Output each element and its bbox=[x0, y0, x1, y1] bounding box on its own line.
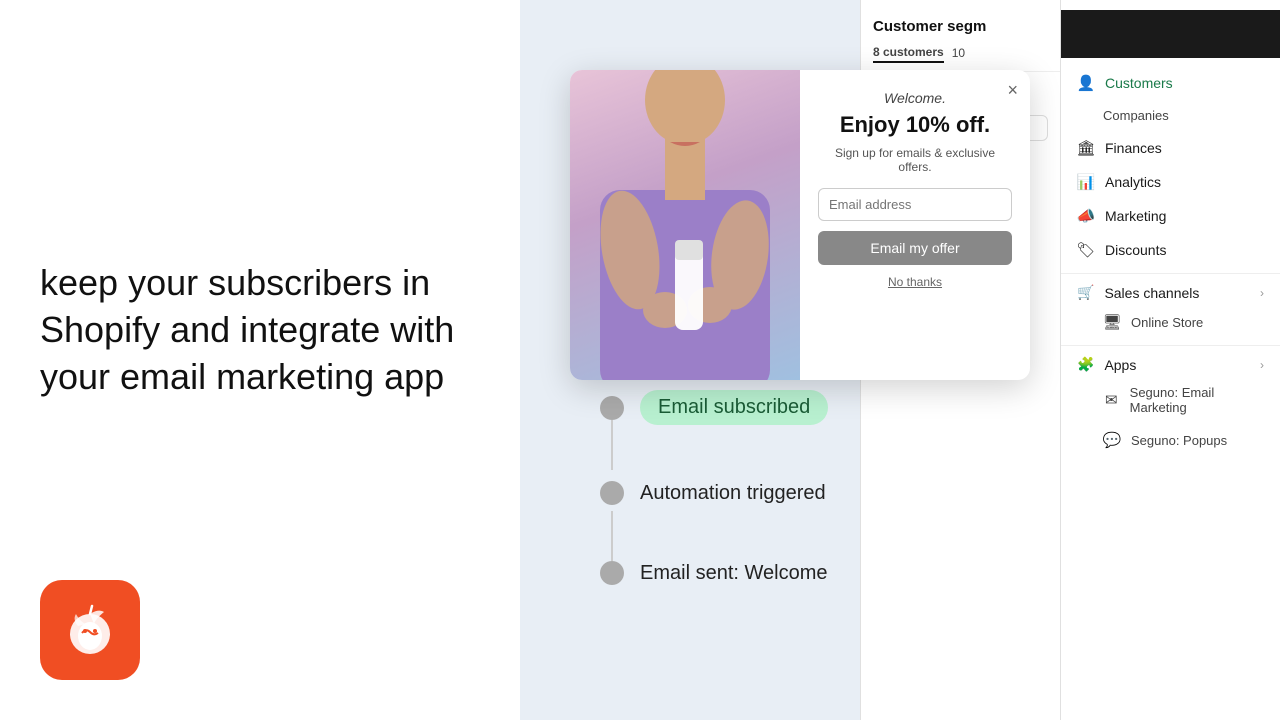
sidebar-companies-label: Companies bbox=[1103, 108, 1169, 123]
sidebar-item-discounts[interactable]: 🏷 Discounts bbox=[1061, 233, 1280, 267]
sidebar-analytics-label: Analytics bbox=[1105, 174, 1161, 190]
modal-welcome-text: Welcome. bbox=[884, 90, 946, 106]
flow-label-3: Email sent: Welcome bbox=[640, 562, 827, 585]
sidebar-apps-label: Apps bbox=[1104, 357, 1136, 373]
apps-left: 🧩 Apps bbox=[1077, 356, 1136, 373]
sidebar-dark-bar bbox=[1061, 10, 1280, 58]
modal-email-input[interactable] bbox=[818, 188, 1012, 221]
sidebar-item-analytics[interactable]: 📊 Analytics bbox=[1061, 165, 1280, 199]
app-logo bbox=[40, 580, 140, 680]
sidebar-item-seguno-email[interactable]: ✉ Seguno: Email Marketing bbox=[1061, 377, 1280, 423]
sidebar-customers-label: Customers bbox=[1105, 75, 1173, 91]
modal-image bbox=[570, 70, 800, 380]
sidebar-seguno-email-label: Seguno: Email Marketing bbox=[1130, 385, 1264, 415]
modal-close-button[interactable]: × bbox=[1007, 80, 1018, 101]
sidebar-sales-channels-label: Sales channels bbox=[1104, 285, 1199, 301]
flow-step-2: Automation triggered bbox=[600, 481, 828, 505]
sidebar-discounts-label: Discounts bbox=[1105, 242, 1166, 258]
customers-icon: 👤 bbox=[1077, 74, 1095, 92]
sidebar-item-sales-channels[interactable]: 🛒 Sales channels › bbox=[1061, 280, 1280, 305]
sidebar-seguno-popups-label: Seguno: Popups bbox=[1131, 433, 1227, 448]
email-offer-modal: × Welcome. Enjoy 10% off. Sign up for em… bbox=[570, 70, 1030, 380]
sidebar-item-apps[interactable]: 🧩 Apps › bbox=[1061, 352, 1280, 377]
sales-channels-chevron: › bbox=[1260, 286, 1264, 300]
seguno-popups-icon: 💬 bbox=[1103, 431, 1121, 449]
sidebar-item-seguno-popups[interactable]: 💬 Seguno: Popups bbox=[1061, 423, 1280, 457]
apps-chevron: › bbox=[1260, 358, 1264, 372]
flow-dot-2 bbox=[600, 481, 624, 505]
automation-flow: Email subscribed Automation triggered Em… bbox=[600, 390, 828, 641]
main-headline: keep your subscribers in Shopify and int… bbox=[40, 260, 480, 400]
seguno-email-icon: ✉ bbox=[1103, 391, 1120, 409]
apps-icon: 🧩 bbox=[1077, 356, 1094, 373]
sidebar-item-customers[interactable]: 👤 Customers bbox=[1061, 66, 1280, 100]
flow-label-1: Email subscribed bbox=[640, 390, 828, 425]
sidebar-online-store-label: Online Store bbox=[1131, 315, 1203, 330]
flow-step-3: Email sent: Welcome bbox=[600, 561, 828, 585]
sidebar-item-marketing[interactable]: 📣 Marketing bbox=[1061, 199, 1280, 233]
right-panel: × Welcome. Enjoy 10% off. Sign up for em… bbox=[520, 0, 1280, 720]
online-store-icon: 🖥 bbox=[1103, 313, 1121, 331]
flow-step-1: Email subscribed bbox=[600, 390, 828, 425]
cs-tab-count[interactable]: 8 customers bbox=[873, 43, 944, 63]
analytics-icon: 📊 bbox=[1077, 173, 1095, 191]
logo-icon bbox=[58, 598, 122, 662]
modal-content-area: × Welcome. Enjoy 10% off. Sign up for em… bbox=[800, 70, 1030, 380]
sales-channels-left: 🛒 Sales channels bbox=[1077, 284, 1199, 301]
sidebar-divider-1 bbox=[1061, 273, 1280, 274]
modal-email-offer-button[interactable]: Email my offer bbox=[818, 231, 1012, 265]
modal-subtext: Sign up for emails & exclusive offers. bbox=[818, 146, 1012, 174]
sidebar-marketing-label: Marketing bbox=[1105, 208, 1166, 224]
modal-figure-svg bbox=[570, 70, 800, 380]
shopify-sidebar: 👤 Customers Companies 🏛 Finances 📊 Analy… bbox=[1060, 0, 1280, 720]
discounts-icon: 🏷 bbox=[1077, 241, 1095, 259]
customer-segment-title-text: Customer segm bbox=[873, 18, 986, 35]
cs-tab-extra[interactable]: 10 bbox=[952, 44, 965, 62]
left-text-area: keep your subscribers in Shopify and int… bbox=[40, 260, 480, 400]
sidebar-divider-2 bbox=[1061, 345, 1280, 346]
customer-segment-tabs: 8 customers 10 bbox=[861, 43, 1060, 72]
modal-no-thanks-link[interactable]: No thanks bbox=[888, 275, 942, 289]
sidebar-finances-label: Finances bbox=[1105, 140, 1162, 156]
flow-dot-1 bbox=[600, 396, 624, 420]
sidebar-item-finances[interactable]: 🏛 Finances bbox=[1061, 131, 1280, 165]
finances-icon: 🏛 bbox=[1077, 139, 1095, 157]
sidebar-item-online-store[interactable]: 🖥 Online Store bbox=[1061, 305, 1280, 339]
sales-channels-icon: 🛒 bbox=[1077, 284, 1094, 301]
left-panel: keep your subscribers in Shopify and int… bbox=[0, 0, 520, 720]
sidebar-item-companies[interactable]: Companies bbox=[1061, 100, 1280, 131]
marketing-icon: 📣 bbox=[1077, 207, 1095, 225]
modal-headline-text: Enjoy 10% off. bbox=[840, 112, 990, 138]
flow-dot-3 bbox=[600, 561, 624, 585]
customer-segment-title: Customer segm bbox=[861, 10, 1060, 43]
flow-label-2: Automation triggered bbox=[640, 482, 826, 505]
